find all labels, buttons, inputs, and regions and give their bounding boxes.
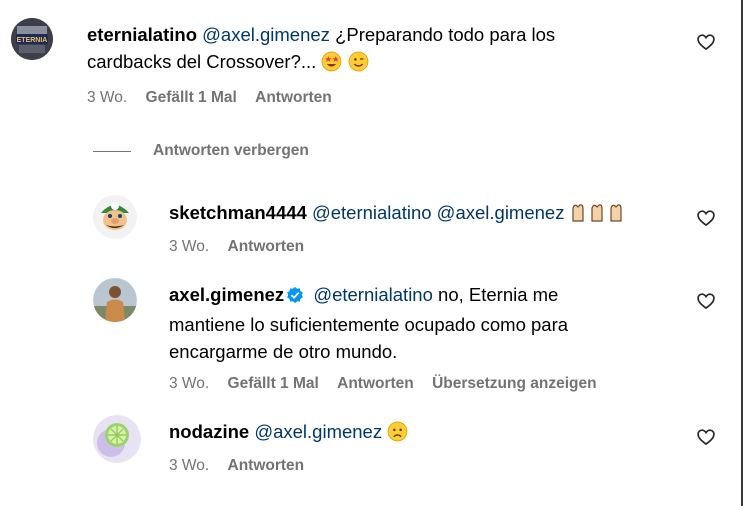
show-translation-button[interactable]: Übersetzung anzeigen — [432, 375, 597, 392]
avatar[interactable]: ETERNIA — [11, 18, 53, 60]
comment-meta: 3 Wo. Antworten — [169, 238, 318, 256]
avatar[interactable] — [93, 278, 137, 322]
comment-text: sketchman4444 @eternialatino @axel.gimen… — [169, 199, 689, 230]
reply-button[interactable]: Antworten — [255, 89, 332, 106]
username[interactable]: nodazine — [169, 421, 249, 442]
comment-text: nodazine @axel.gimenez — [169, 418, 689, 449]
mention-link[interactable]: @eternialatino — [312, 202, 432, 223]
reply-button[interactable]: Antworten — [337, 375, 414, 392]
username[interactable]: axel.gimenez — [169, 284, 284, 305]
reply-button[interactable]: Antworten — [228, 238, 305, 255]
comment-text: eternialatino @axel.gimenez ¿Preparando … — [87, 21, 647, 79]
avatar[interactable] — [93, 195, 137, 239]
likes-count[interactable]: Gefällt 1 Mal — [228, 375, 319, 392]
comment-meta: 3 Wo. Antworten — [169, 457, 318, 475]
sad-emoji — [387, 421, 408, 449]
timestamp[interactable]: 3 Wo. — [169, 457, 209, 474]
hide-replies-toggle[interactable]: Antworten verbergen — [93, 140, 309, 162]
mention-link[interactable]: @axel.gimenez — [437, 202, 565, 223]
comment-text: axel.gimenez @eternialatino no, Eternia … — [169, 284, 569, 362]
timestamp[interactable]: 3 Wo. — [169, 375, 209, 392]
comment-meta: 3 Wo. Gefällt 1 Mal Antworten — [87, 89, 346, 107]
avatar[interactable] — [93, 415, 141, 463]
verified-badge-icon — [286, 284, 304, 311]
username[interactable]: eternialatino — [87, 24, 197, 45]
star-struck-emoji — [321, 51, 342, 79]
mention-link[interactable]: @eternialatino — [313, 284, 433, 305]
username[interactable]: sketchman4444 — [169, 202, 307, 223]
comment-meta: 3 Wo. Gefällt 1 Mal Antworten Übersetzun… — [169, 375, 611, 393]
wink-emoji — [348, 51, 369, 79]
likes-count[interactable]: Gefällt 1 Mal — [146, 89, 237, 106]
mention-link[interactable]: @axel.gimenez — [202, 24, 330, 45]
avatar-logo-text: ETERNIA — [17, 37, 48, 44]
reply-button[interactable]: Antworten — [228, 457, 305, 474]
mention-link[interactable]: @axel.gimenez — [254, 421, 382, 442]
timestamp[interactable]: 3 Wo. — [169, 238, 209, 255]
divider — [93, 150, 131, 152]
heart-icon[interactable] — [696, 208, 716, 228]
heart-icon[interactable] — [696, 291, 716, 311]
hide-replies-label[interactable]: Antworten verbergen — [153, 142, 309, 160]
timestamp[interactable]: 3 Wo. — [87, 89, 127, 106]
heart-icon[interactable] — [696, 427, 716, 447]
heart-icon[interactable] — [696, 32, 716, 52]
clapping-hands-emoji — [570, 201, 630, 230]
